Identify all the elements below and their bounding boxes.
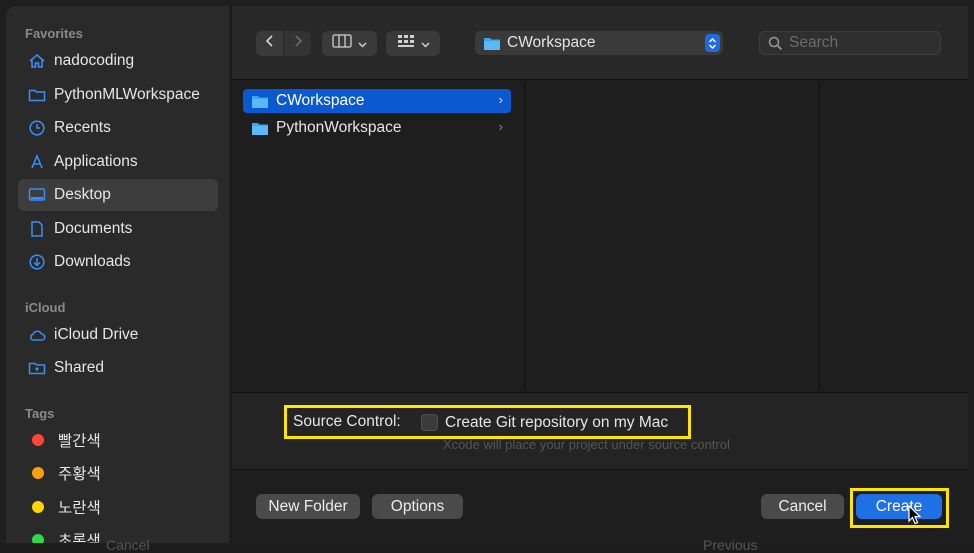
sidebar-item-nadocoding[interactable]: nadocoding [18, 45, 218, 77]
sidebar-item-label: Desktop [54, 186, 111, 203]
tag-yellow-dot-icon [32, 501, 44, 513]
sidebar: Favorites nadocoding PythonMLWorkspace R… [6, 6, 231, 543]
background-previous-text: Previous [703, 537, 758, 553]
view-columns-button[interactable] [322, 31, 377, 56]
tags-header: Tags [25, 406, 55, 421]
sidebar-item-tag-red[interactable]: 빨간색 [18, 424, 218, 456]
sidebar-item-label: Downloads [54, 253, 131, 270]
shared-folder-icon [28, 359, 46, 377]
file-browser: CWorkspace › PythonWorkspace › [232, 81, 968, 391]
sidebar-item-icloud-drive[interactable]: iCloud Drive [18, 319, 218, 351]
tag-green-dot-icon [32, 534, 44, 543]
create-button[interactable]: Create [856, 494, 942, 519]
sidebar-item-pythonmlworkspace[interactable]: PythonMLWorkspace [18, 79, 218, 111]
new-folder-button[interactable]: New Folder [256, 494, 360, 519]
tag-orange-dot-icon [32, 467, 44, 479]
sidebar-item-label: Shared [54, 359, 104, 376]
location-popup[interactable]: CWorkspace [475, 31, 723, 55]
sidebar-item-label: Recents [54, 119, 111, 136]
document-icon [28, 220, 46, 238]
forward-button[interactable] [284, 31, 311, 56]
browser-column-2[interactable] [526, 81, 820, 391]
list-item-label: CWorkspace [276, 92, 365, 109]
list-item-cworkspace[interactable]: CWorkspace › [243, 89, 511, 113]
search-icon [768, 36, 783, 51]
chevron-left-icon [265, 34, 275, 53]
search-field[interactable] [759, 31, 941, 55]
chevron-right-icon [293, 34, 303, 53]
chevron-right-icon: › [498, 92, 503, 107]
sidebar-item-label: iCloud Drive [54, 326, 139, 343]
background-cancel-text: Cancel [106, 537, 150, 553]
sidebar-item-label: Documents [54, 220, 133, 237]
sidebar-item-shared[interactable]: Shared [18, 352, 218, 384]
browser-column-3[interactable] [820, 81, 968, 391]
back-button[interactable] [256, 31, 283, 56]
folder-icon [251, 121, 269, 136]
download-icon [28, 253, 46, 271]
options-panel: Source Control: Create Git repository on… [232, 392, 968, 470]
home-icon [28, 52, 46, 70]
sidebar-item-tag-yellow[interactable]: 노란색 [18, 491, 218, 523]
sidebar-item-label: 주황색 [58, 466, 101, 483]
sidebar-item-label: 노란색 [58, 500, 101, 517]
mouse-cursor-icon [908, 504, 922, 530]
git-repository-checkbox[interactable] [421, 414, 438, 431]
clock-icon [28, 119, 46, 137]
sidebar-item-recents[interactable]: Recents [18, 112, 218, 144]
toolbar: CWorkspace [232, 6, 968, 80]
applications-icon [28, 153, 46, 171]
location-label: CWorkspace [507, 34, 596, 51]
git-repository-label[interactable]: Create Git repository on my Mac [445, 414, 668, 432]
save-dialog: Favorites nadocoding PythonMLWorkspace R… [0, 0, 974, 553]
sidebar-item-label: 빨간색 [58, 433, 101, 450]
options-button[interactable]: Options [372, 494, 463, 519]
group-by-button[interactable] [386, 31, 440, 56]
favorites-header: Favorites [25, 26, 83, 41]
search-input[interactable] [789, 34, 929, 52]
sidebar-item-label: Applications [54, 153, 138, 170]
folder-icon [251, 94, 269, 109]
list-item-label: PythonWorkspace [276, 119, 402, 136]
source-control-hint: Xcode will place your project under sour… [443, 437, 730, 452]
sidebar-item-documents[interactable]: Documents [18, 213, 218, 245]
dialog-footer: New Folder Options Cancel Create [232, 471, 968, 543]
sidebar-item-downloads[interactable]: Downloads [18, 246, 218, 278]
chevron-right-icon: › [498, 119, 503, 134]
up-down-chevron-icon [705, 34, 720, 52]
folder-icon [483, 36, 501, 51]
cancel-button[interactable]: Cancel [761, 494, 844, 519]
sidebar-item-desktop[interactable]: Desktop [18, 179, 218, 211]
source-control-label: Source Control: [293, 413, 401, 430]
tag-red-dot-icon [32, 434, 44, 446]
sidebar-item-label: PythonMLWorkspace [54, 86, 200, 103]
main-panel: CWorkspace CWorkspace › [232, 6, 968, 543]
browser-column-1: CWorkspace › PythonWorkspace › [232, 81, 525, 391]
columns-view-icon [332, 34, 352, 53]
sidebar-item-label: nadocoding [54, 52, 135, 69]
desktop-icon [28, 186, 46, 204]
chevron-down-icon [358, 35, 367, 53]
sidebar-item-applications[interactable]: Applications [18, 146, 218, 178]
icloud-header: iCloud [25, 300, 66, 315]
folder-icon [28, 86, 46, 104]
chevron-down-icon [420, 35, 430, 53]
grid-icon [397, 34, 415, 53]
list-item-pythonworkspace[interactable]: PythonWorkspace › [243, 116, 511, 140]
sidebar-item-tag-orange[interactable]: 주황색 [18, 457, 218, 489]
cloud-icon [28, 326, 46, 344]
sidebar-item-label: 초록색 [58, 533, 101, 543]
